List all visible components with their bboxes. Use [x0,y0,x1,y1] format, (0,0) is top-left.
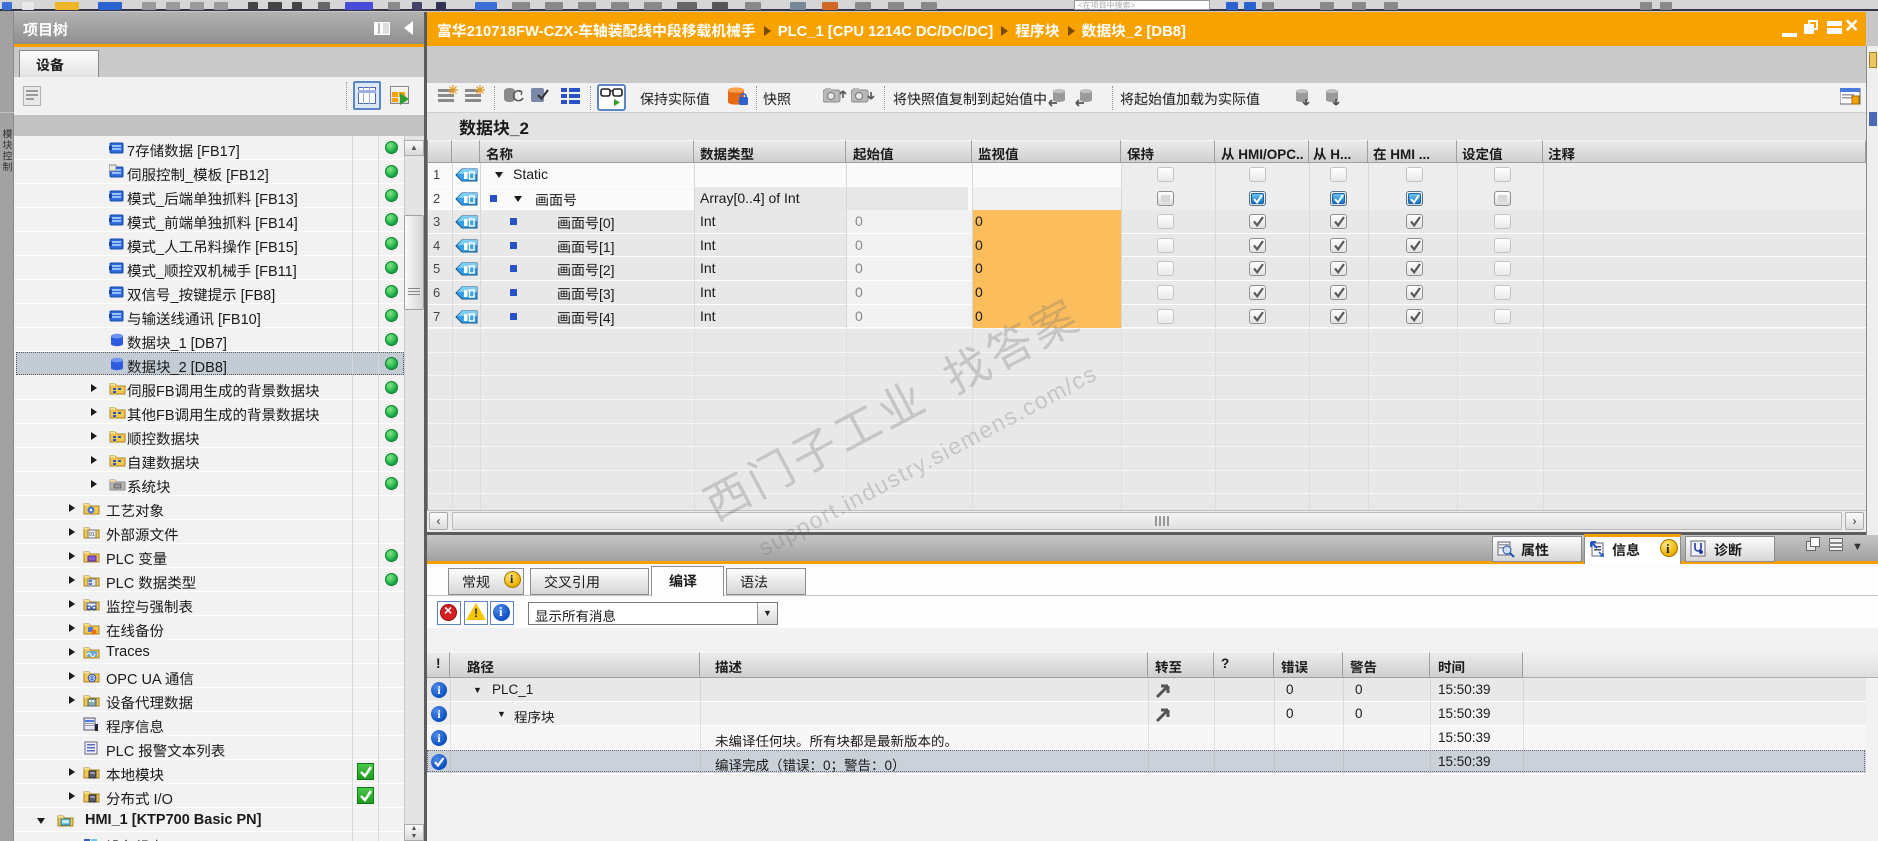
svg-text:01: 01 [89,532,95,538]
